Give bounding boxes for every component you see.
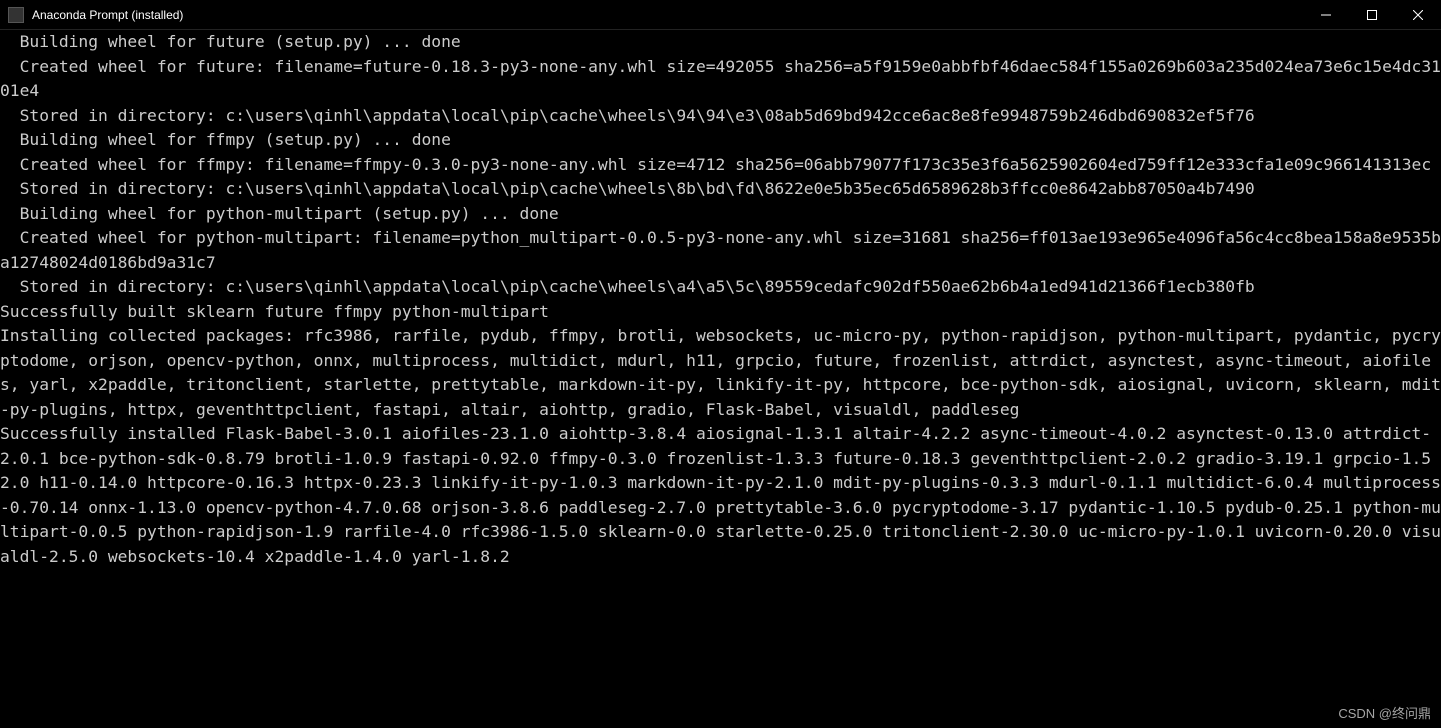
terminal-line: Stored in directory: c:\users\qinhl\appd…	[0, 277, 1255, 296]
minimize-button[interactable]	[1303, 0, 1349, 29]
terminal-line: Successfully built sklearn future ffmpy …	[0, 302, 549, 321]
terminal-line: Installing collected packages: rfc3986, …	[0, 326, 1441, 419]
terminal-line: Stored in directory: c:\users\qinhl\appd…	[0, 106, 1255, 125]
app-icon	[8, 7, 24, 23]
terminal-line: Building wheel for ffmpy (setup.py) ... …	[0, 130, 451, 149]
terminal-line: Stored in directory: c:\users\qinhl\appd…	[0, 179, 1255, 198]
window-controls	[1303, 0, 1441, 29]
maximize-icon	[1367, 10, 1377, 20]
terminal-line: Created wheel for ffmpy: filename=ffmpy-…	[0, 155, 1431, 174]
window-title: Anaconda Prompt (installed)	[32, 8, 1303, 22]
terminal-line: Created wheel for future: filename=futur…	[0, 57, 1441, 101]
terminal-line: Created wheel for python-multipart: file…	[0, 228, 1441, 272]
terminal-line: Building wheel for future (setup.py) ...…	[0, 32, 461, 51]
close-icon	[1413, 10, 1423, 20]
maximize-button[interactable]	[1349, 0, 1395, 29]
close-button[interactable]	[1395, 0, 1441, 29]
terminal-line: Building wheel for python-multipart (set…	[0, 204, 559, 223]
title-bar: Anaconda Prompt (installed)	[0, 0, 1441, 30]
watermark: CSDN @终问鼎	[1338, 703, 1431, 722]
terminal-output[interactable]: Building wheel for future (setup.py) ...…	[0, 30, 1441, 569]
terminal-line: Successfully installed Flask-Babel-3.0.1…	[0, 424, 1441, 566]
minimize-icon	[1321, 10, 1331, 20]
